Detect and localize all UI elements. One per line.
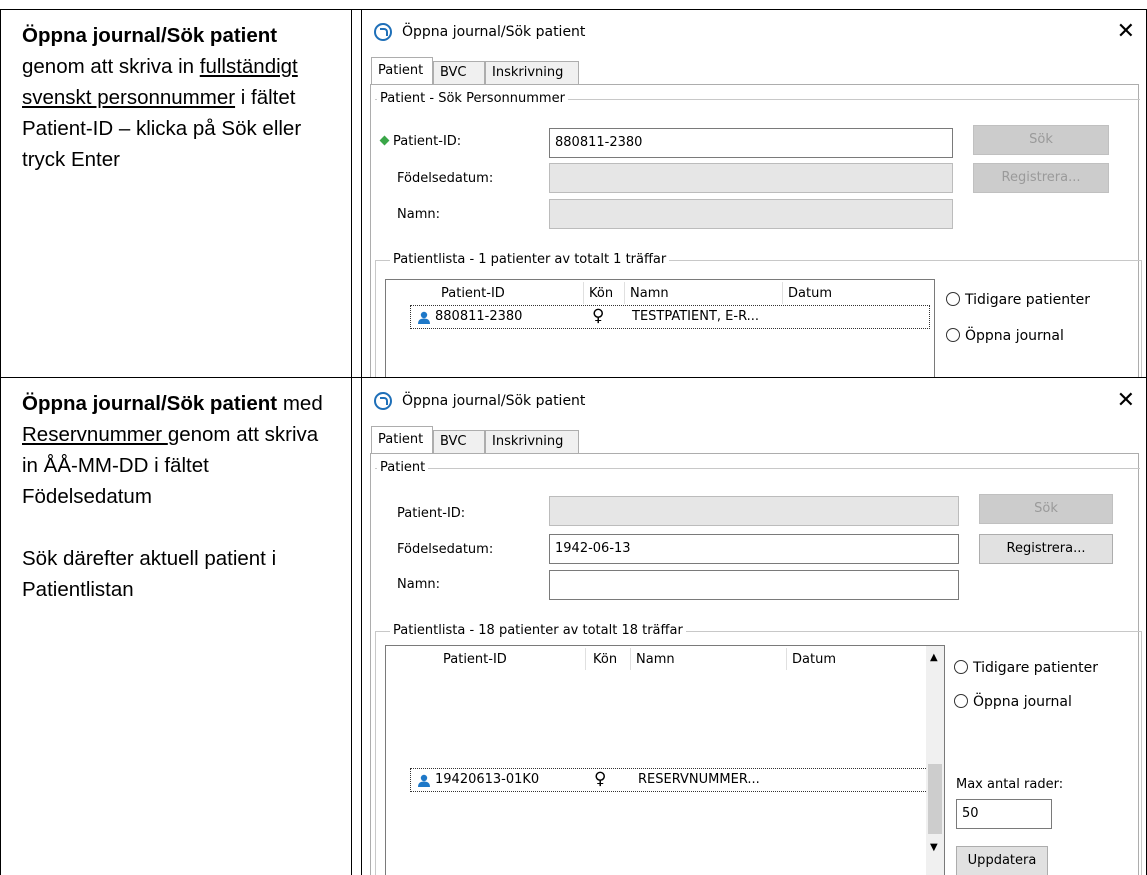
column-separator <box>782 282 783 304</box>
name-input[interactable] <box>549 570 959 600</box>
column-separator <box>585 648 586 670</box>
instruction-text: genom att skriva in <box>22 55 200 78</box>
radio-open-journal[interactable]: Öppna journal <box>946 328 1064 344</box>
tab-patient[interactable]: Patient <box>371 57 433 85</box>
open-journal-dialog-2: Öppna journal/Sök patient ✕ Patient BVC … <box>364 380 1145 875</box>
close-icon[interactable]: ✕ <box>1117 388 1135 413</box>
instruction-cell-1: Öppna journal/Sök patient genom att skri… <box>0 9 352 378</box>
person-icon <box>418 311 430 324</box>
patient-id-label: Patient-ID: <box>397 506 466 521</box>
column-header-patient-id[interactable]: Patient-ID <box>441 286 505 301</box>
search-button[interactable]: Sök <box>973 125 1109 155</box>
patient-list-label: Patientlista - 18 patienter av totalt 18… <box>390 623 686 638</box>
instruction-text-1: Öppna journal/Sök patient genom att skri… <box>22 20 332 175</box>
column-header-sex[interactable]: Kön <box>593 652 617 667</box>
list-scrollbar[interactable]: ▲ ▼ <box>926 646 944 875</box>
tab-panel: Patient Patient-ID: Födelsedatum: 1942-0… <box>370 453 1142 875</box>
female-icon: ♀ <box>594 769 607 789</box>
radio-circle-icon <box>954 660 968 674</box>
instruction-text: med <box>277 392 323 415</box>
search-group-label: Patient - Sök Personnummer <box>377 91 568 106</box>
search-button[interactable]: Sök <box>979 494 1113 524</box>
birthdate-input[interactable] <box>549 163 953 193</box>
open-journal-dialog-1: Öppna journal/Sök patient ✕ Patient BVC … <box>364 11 1145 377</box>
update-button[interactable]: Uppdatera <box>956 846 1048 875</box>
female-icon: ♀ <box>592 306 605 326</box>
radio-circle-icon <box>954 694 968 708</box>
patient-list-label: Patientlista - 1 patienter av totalt 1 t… <box>390 252 670 267</box>
search-group-label: Patient <box>377 460 429 475</box>
tab-panel: Patient - Sök Personnummer Patient-ID: 8… <box>370 84 1142 377</box>
tab-inskrivning[interactable]: Inskrivning <box>485 430 579 453</box>
birthdate-input[interactable]: 1942-06-13 <box>549 534 959 564</box>
scroll-thumb[interactable] <box>928 764 942 834</box>
scroll-down-icon[interactable]: ▼ <box>930 842 938 853</box>
tab-bvc[interactable]: BVC <box>433 61 485 84</box>
instruction-table: Öppna journal/Sök patient genom att skri… <box>0 0 1147 875</box>
birthdate-label: Födelsedatum: <box>397 171 494 186</box>
row-patient-id: 19420613-01K0 <box>435 772 540 787</box>
column-header-name[interactable]: Namn <box>636 652 675 667</box>
radio-circle-icon <box>946 292 960 306</box>
patient-id-label: Patient-ID: <box>379 134 461 149</box>
column-separator <box>624 282 625 304</box>
dialog-title: Öppna journal/Sök patient <box>402 393 586 409</box>
close-icon[interactable]: ✕ <box>1117 19 1135 44</box>
app-icon <box>374 392 392 410</box>
row-name: RESERVNUMMER... <box>638 772 760 787</box>
tab-patient[interactable]: Patient <box>371 426 433 454</box>
column-header-date[interactable]: Datum <box>792 652 836 667</box>
instruction-text-2: Öppna journal/Sök patient med Reservnumm… <box>22 388 332 605</box>
max-rows-label: Max antal rader: <box>956 777 1064 792</box>
column-separator <box>786 648 787 670</box>
radio-previous-patients[interactable]: Tidigare patienter <box>954 660 1098 676</box>
column-header-date[interactable]: Datum <box>788 286 832 301</box>
column-header-patient-id[interactable]: Patient-ID <box>443 652 507 667</box>
required-diamond-icon <box>379 135 390 146</box>
tab-bvc[interactable]: BVC <box>433 430 485 453</box>
table-row[interactable]: 880811-2380 ♀ TESTPATIENT, E-R... <box>410 305 930 329</box>
name-label: Namn: <box>397 577 440 592</box>
name-input[interactable] <box>549 199 953 229</box>
title-bar: Öppna journal/Sök patient ✕ <box>364 380 1145 424</box>
patient-id-input[interactable] <box>549 496 959 526</box>
register-button[interactable]: Registrera... <box>979 534 1113 564</box>
register-button[interactable]: Registrera... <box>973 163 1109 193</box>
row-patient-id: 880811-2380 <box>435 309 523 324</box>
person-icon <box>418 774 430 787</box>
column-separator <box>630 648 631 670</box>
column-header-sex[interactable]: Kön <box>589 286 613 301</box>
patient-id-input[interactable]: 880811-2380 <box>549 128 953 158</box>
table-row[interactable]: 19420613-01K0 ♀ RESERVNUMMER... <box>410 768 930 792</box>
tab-inskrivning[interactable]: Inskrivning <box>485 61 579 84</box>
column-separator <box>583 282 584 304</box>
patient-list[interactable]: Patient-ID Kön Namn Datum 19420613-01K0 … <box>385 645 945 875</box>
birthdate-label: Födelsedatum: <box>397 542 494 557</box>
radio-open-journal[interactable]: Öppna journal <box>954 694 1072 710</box>
patient-list[interactable]: Patient-ID Kön Namn Datum 880811-2380 ♀ … <box>385 279 935 377</box>
instruction-bold-lead: Öppna journal/Sök patient <box>22 24 278 47</box>
instruction-underlined: Reservnummer <box>22 423 168 446</box>
radio-circle-icon <box>946 328 960 342</box>
column-header-name[interactable]: Namn <box>630 286 669 301</box>
instruction-bold-lead: Öppna journal/Sök patient <box>22 392 278 415</box>
scroll-up-icon[interactable]: ▲ <box>930 652 938 663</box>
title-bar: Öppna journal/Sök patient ✕ <box>364 11 1145 55</box>
max-rows-input[interactable]: 50 <box>956 799 1052 829</box>
row-name: TESTPATIENT, E-R... <box>632 309 760 324</box>
radio-previous-patients[interactable]: Tidigare patienter <box>946 292 1090 308</box>
dialog-title: Öppna journal/Sök patient <box>402 24 586 40</box>
instruction-second-paragraph: Sök därefter aktuell patient i Patientli… <box>22 547 277 601</box>
instruction-cell-2: Öppna journal/Sök patient med Reservnumm… <box>0 377 352 875</box>
name-label: Namn: <box>397 207 440 222</box>
app-icon <box>374 23 392 41</box>
